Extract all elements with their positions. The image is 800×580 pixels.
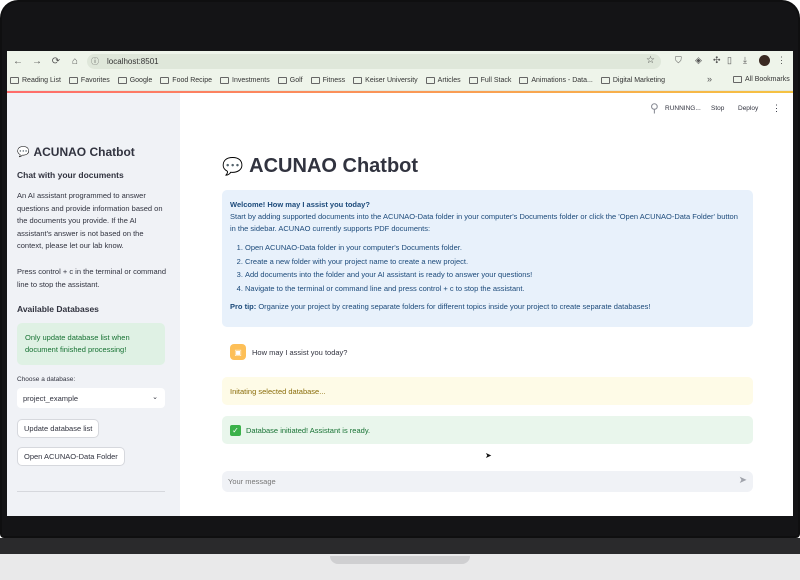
welcome-heading: Welcome! How may I assist you today? bbox=[230, 200, 370, 209]
sidebar-hint: Press control + c in the terminal or com… bbox=[17, 267, 167, 288]
chevron-down-icon: ⌄ bbox=[152, 394, 158, 401]
chat-input[interactable]: Your message ➤ bbox=[222, 471, 753, 492]
folder-icon bbox=[117, 77, 127, 84]
address-bar[interactable]: ⓘ localhost:8501 ☆ bbox=[87, 54, 661, 69]
robot-icon: ▣ bbox=[230, 344, 246, 360]
databases-heading: Available Databases bbox=[17, 304, 99, 314]
bookmark-item[interactable]: Golf bbox=[277, 77, 303, 84]
pro-tip: Pro tip: Organize your project by creati… bbox=[230, 301, 745, 313]
bookmarks-bar: Reading List Favorites Google Food Recip… bbox=[7, 71, 793, 91]
folder-icon bbox=[425, 77, 435, 84]
list-item: Navigate to the terminal or command line… bbox=[245, 283, 745, 295]
download-icon[interactable]: ⤓ bbox=[743, 55, 747, 66]
folder-icon bbox=[68, 77, 78, 84]
bookmark-item[interactable]: Reading List bbox=[10, 77, 61, 84]
database-select-value: project_example bbox=[23, 393, 79, 403]
welcome-info-box: Welcome! How may I assist you today? Sta… bbox=[222, 190, 753, 327]
mouse-cursor-icon: ➤ bbox=[485, 451, 492, 460]
bookmark-item[interactable]: Favorites bbox=[68, 77, 110, 84]
welcome-intro: Start by adding supported documents into… bbox=[230, 212, 738, 233]
sidepanel-icon[interactable]: ▯ bbox=[727, 55, 732, 66]
folder-icon bbox=[10, 77, 19, 84]
folder-icon bbox=[277, 77, 287, 84]
list-item: Open ACUNAO-Data folder in your computer… bbox=[245, 242, 745, 254]
folder-icon bbox=[519, 77, 529, 84]
deploy-button[interactable]: Deploy bbox=[738, 105, 758, 112]
browser-menu-icon[interactable]: ⋮ bbox=[777, 55, 786, 66]
home-icon[interactable]: ⌂ bbox=[67, 53, 83, 69]
folder-icon bbox=[468, 77, 478, 84]
pro-tip-text: Organize your project by creating separa… bbox=[258, 301, 651, 311]
assistant-message-text: How may I assist you today? bbox=[252, 347, 348, 357]
update-database-button[interactable]: Update database list bbox=[17, 419, 100, 438]
puzzle-icon[interactable]: ✣ bbox=[713, 55, 721, 66]
bookmark-item[interactable]: Digital Marketing bbox=[600, 77, 665, 84]
folder-icon bbox=[160, 77, 170, 84]
running-status: RUNNING... bbox=[665, 105, 701, 112]
speech-bubble-icon: 💬 bbox=[17, 146, 30, 158]
speech-bubble-icon: 💬 bbox=[222, 156, 244, 176]
app-menu-icon[interactable]: ⋮ bbox=[772, 103, 781, 114]
profile-avatar[interactable] bbox=[759, 55, 770, 66]
pro-tip-label: Pro tip: bbox=[230, 301, 257, 311]
screen: ← → ⟳ ⌂ ⓘ localhost:8501 ☆ ⛉ ◈ ✣ ▯ ⤓ ⋮ R… bbox=[7, 51, 793, 516]
chat-input-placeholder: Your message bbox=[228, 477, 276, 486]
bookmark-item[interactable]: Google bbox=[117, 77, 152, 84]
back-icon[interactable]: ← bbox=[10, 53, 26, 69]
shield-extension-icon[interactable]: ⛉ bbox=[675, 55, 682, 66]
assistant-message: ▣ How may I assist you today? bbox=[222, 337, 753, 367]
bookmarks-overflow-icon[interactable]: » bbox=[707, 74, 712, 84]
main-content: ⚲ RUNNING... Stop Deploy ⋮ 💬 ACUNAO Chat… bbox=[180, 93, 793, 516]
url-text: localhost:8501 bbox=[107, 57, 159, 66]
database-select[interactable]: project_example ⌄ bbox=[17, 388, 165, 408]
forward-icon[interactable]: → bbox=[29, 53, 45, 69]
warning-box: Initating selected database... bbox=[222, 377, 753, 405]
bookmark-item[interactable]: Food Recipe bbox=[160, 77, 212, 84]
bookmark-item[interactable]: Full Stack bbox=[468, 77, 511, 84]
sidebar-description: An AI assistant programmed to answer que… bbox=[17, 191, 163, 250]
page-title: 💬 ACUNAO Chatbot bbox=[222, 155, 419, 177]
bookmark-item[interactable]: Animations - Data... bbox=[519, 77, 593, 84]
folder-icon bbox=[353, 77, 363, 84]
database-note: Only update database list when document … bbox=[17, 323, 165, 365]
reload-icon[interactable]: ⟳ bbox=[48, 53, 64, 69]
success-text: Database initiated! Assistant is ready. bbox=[246, 425, 371, 435]
list-item: Create a new folder with your project na… bbox=[245, 256, 745, 268]
running-icon: ⚲ bbox=[650, 101, 659, 115]
open-folder-button[interactable]: Open ACUNAO-Data Folder bbox=[17, 447, 125, 466]
laptop-notch bbox=[330, 556, 470, 564]
extension-icon[interactable]: ◈ bbox=[695, 55, 702, 66]
browser-toolbar: ← → ⟳ ⌂ ⓘ localhost:8501 ☆ ⛉ ◈ ✣ ▯ ⤓ ⋮ bbox=[7, 51, 793, 71]
sidebar: 💬 ACUNAO Chatbot Chat with your document… bbox=[7, 93, 180, 516]
stop-button[interactable]: Stop bbox=[711, 105, 724, 112]
success-box: ✓ Database initiated! Assistant is ready… bbox=[222, 416, 753, 444]
sidebar-divider bbox=[17, 491, 165, 492]
bookmark-item[interactable]: Articles bbox=[425, 77, 461, 84]
folder-icon bbox=[600, 77, 610, 84]
check-icon: ✓ bbox=[230, 424, 241, 436]
database-select-label: Choose a database: bbox=[17, 376, 76, 383]
folder-icon bbox=[310, 77, 320, 84]
bookmark-item[interactable]: Investments bbox=[220, 77, 270, 84]
list-item: Add documents into the folder and your A… bbox=[245, 269, 745, 281]
sidebar-title: 💬 ACUNAO Chatbot bbox=[17, 145, 135, 159]
instructions-list: Open ACUNAO-Data folder in your computer… bbox=[230, 242, 745, 295]
bookmark-item[interactable]: Fitness bbox=[310, 77, 345, 84]
site-info-icon[interactable]: ⓘ bbox=[91, 56, 103, 67]
folder-icon bbox=[733, 76, 742, 83]
sidebar-subtitle: Chat with your documents bbox=[17, 170, 124, 180]
bookmark-star-icon[interactable]: ☆ bbox=[646, 55, 655, 66]
bookmark-item[interactable]: Keiser University bbox=[353, 77, 418, 84]
send-icon[interactable]: ➤ bbox=[739, 475, 747, 486]
folder-icon bbox=[220, 77, 229, 84]
all-bookmarks[interactable]: All Bookmarks bbox=[733, 76, 790, 83]
